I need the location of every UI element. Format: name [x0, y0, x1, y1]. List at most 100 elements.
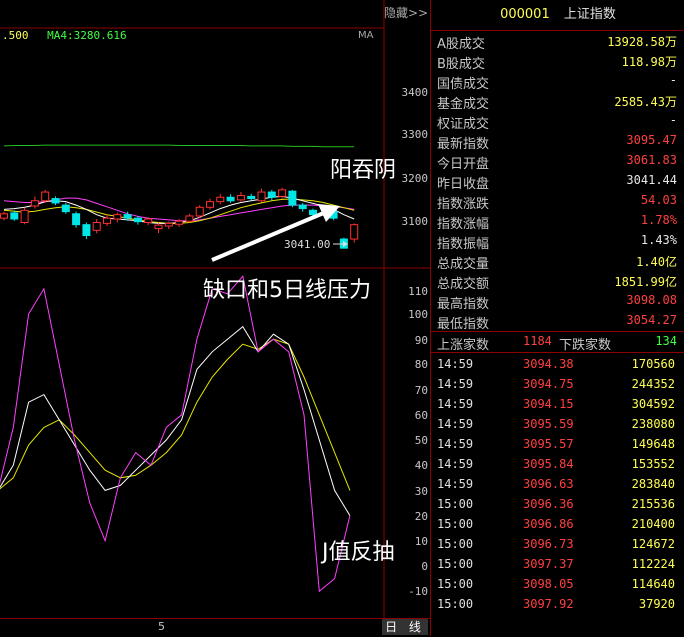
stat-value: 13928.58万: [607, 35, 677, 49]
tick-time: 14:59: [437, 377, 474, 391]
candle-body: [10, 212, 19, 220]
tick-volume: 149648: [631, 437, 675, 451]
tick-price: 3096.86: [523, 517, 574, 531]
stat-row: 最新指数 3095.47: [437, 131, 677, 152]
candle-body: [82, 224, 91, 237]
kline-chart-area[interactable]: 隐藏>> .500 MA4:3280.616 MA 3400 3300 3200…: [0, 0, 430, 636]
quote-panel: 000001 上证指数 A股成交 13928.58万 B股成交 118.98万 国债成交…: [430, 0, 684, 636]
stat-value: 3098.08: [626, 293, 677, 307]
tick-time: 15:00: [437, 517, 474, 531]
stat-value: 1.43%: [640, 233, 677, 247]
candle-body: [41, 191, 50, 202]
tick-volume: 124672: [631, 537, 675, 551]
candle-body: [154, 224, 163, 230]
tick-price: 3096.36: [523, 497, 574, 511]
ma-legend: .500 MA4:3280.616: [2, 29, 139, 42]
low-price-label: 3041.00: [284, 238, 331, 251]
candle-body: [164, 222, 173, 227]
stat-label: 权证成交: [437, 117, 490, 132]
candle-body: [278, 189, 287, 197]
tick-time: 15:00: [437, 557, 474, 571]
candle-body: [267, 191, 276, 198]
stat-label: 昨日收盘: [437, 177, 490, 192]
ma-partial-value: .500: [2, 29, 29, 42]
stat-value: 3041.44: [626, 173, 677, 187]
tick-volume: 114640: [631, 577, 675, 591]
tick-row[interactable]: 15:00 3096.36 215536: [437, 494, 677, 514]
stat-row: 指数振幅 1.43%: [437, 231, 677, 252]
kdj-tick: 70: [414, 384, 428, 397]
tick-row[interactable]: 15:00 3098.05 114640: [437, 574, 677, 594]
tick-time: 14:59: [437, 457, 474, 471]
tick-row[interactable]: 15:00 3096.86 210400: [437, 514, 677, 534]
stat-value: 3061.83: [626, 153, 677, 167]
candle-body: [30, 200, 39, 207]
kdj-tick: -10: [408, 585, 428, 598]
candle-body: [206, 201, 214, 208]
market-breadth-row: 上涨家数 1184 下跌家数 134: [431, 331, 684, 353]
candle-body: [0, 213, 8, 219]
tick-row[interactable]: 14:59 3095.59 238080: [437, 414, 677, 434]
candle-body: [236, 195, 245, 201]
tick-time: 14:59: [437, 437, 474, 451]
tick-price: 3094.15: [523, 397, 574, 411]
stat-value: 54.03: [640, 193, 677, 207]
moving-average-lines: [3, 144, 355, 224]
date-label: 5: [158, 620, 165, 633]
tick-row[interactable]: 14:59 3094.38 170560: [437, 354, 677, 374]
kdj-line-k: [0, 325, 351, 516]
up-count-label: 上涨家数: [437, 338, 490, 353]
ma4-value: MA4:3280.616: [47, 29, 127, 42]
kdj-tick: 50: [414, 434, 428, 447]
tick-row[interactable]: 15:00 3096.73 124672: [437, 534, 677, 554]
tick-price: 3098.05: [523, 577, 574, 591]
tick-row[interactable]: 14:59 3095.84 153552: [437, 454, 677, 474]
hide-panel-button[interactable]: 隐藏>>: [384, 4, 428, 21]
tick-row[interactable]: 14:59 3094.15 304592: [437, 394, 677, 414]
candle-body: [350, 224, 359, 240]
kdj-tick: 100: [408, 308, 428, 321]
stat-label: 今日开盘: [437, 157, 490, 172]
candle-body: [72, 213, 81, 226]
up-count-value: 1184: [523, 334, 552, 348]
stat-label: 总成交额: [437, 277, 490, 292]
tick-row[interactable]: 14:59 3095.57 149648: [437, 434, 677, 454]
tick-volume: 170560: [631, 357, 675, 371]
stat-label: 最新指数: [437, 137, 490, 152]
tick-volume: 112224: [631, 557, 675, 571]
tick-row[interactable]: 14:59 3096.63 283840: [437, 474, 677, 494]
tick-volume: 304592: [631, 397, 675, 411]
candle-body: [216, 196, 225, 203]
candle-body: [226, 196, 235, 202]
candle-body: [144, 218, 153, 224]
kdj-tick: 10: [414, 535, 428, 548]
stat-row: 国债成交 -: [437, 71, 677, 92]
bottom-bar: [0, 618, 430, 637]
gap-arrow-shaft: [211, 210, 327, 262]
stat-row: 今日开盘 3061.83: [437, 151, 677, 172]
index-code: 000001: [500, 7, 550, 22]
price-tick: 3300: [401, 128, 429, 141]
candle-body: [175, 220, 184, 225]
tick-time: 15:00: [437, 497, 474, 511]
stat-value: -: [669, 73, 677, 87]
stat-value: 3054.27: [626, 313, 677, 327]
j-value-annotation: J值反抽: [322, 540, 395, 565]
tick-price: 3096.73: [523, 537, 574, 551]
ma-indicator-tag[interactable]: MA: [358, 30, 373, 41]
tick-row[interactable]: 15:00 3097.37 112224: [437, 554, 677, 574]
candle-body: [133, 217, 142, 223]
down-count-label: 下跌家数: [559, 338, 612, 353]
tick-price: 3096.63: [523, 477, 574, 491]
tick-time: 14:59: [437, 357, 474, 371]
tick-row[interactable]: 15:00 3097.92 37920: [437, 594, 677, 614]
stat-label: 指数涨跌: [437, 197, 490, 212]
period-button[interactable]: 日 线: [382, 619, 428, 635]
stat-value: 3095.47: [626, 133, 677, 147]
stat-label: 国债成交: [437, 77, 490, 92]
tick-price: 3094.75: [523, 377, 574, 391]
tick-row[interactable]: 14:59 3094.75 244352: [437, 374, 677, 394]
stat-row: 总成交额 1851.99亿: [437, 271, 677, 292]
kdj-tick: 80: [414, 358, 428, 371]
tick-time: 14:59: [437, 477, 474, 491]
